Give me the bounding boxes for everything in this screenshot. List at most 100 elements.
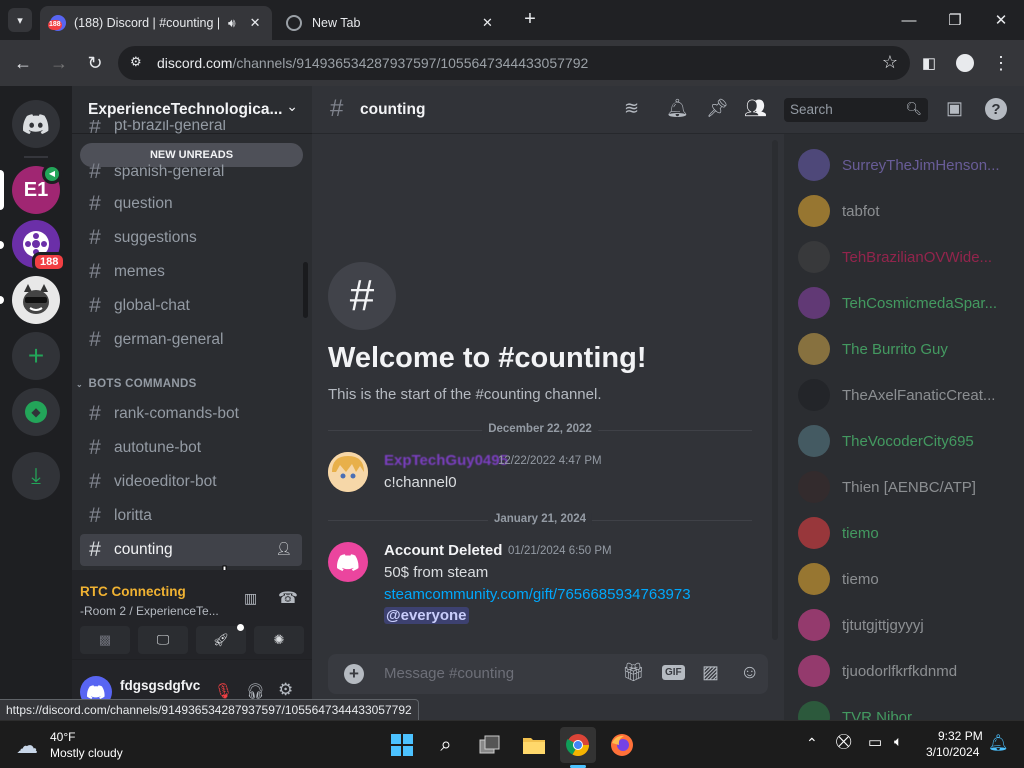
member-item[interactable]: TheVocoderCity695 xyxy=(798,420,1008,462)
channel-item[interactable]: # memes xyxy=(80,256,302,288)
download-apps-icon[interactable]: ⤓ xyxy=(12,452,60,500)
voice-room[interactable]: -Room 2 / ExperienceTe... xyxy=(80,604,219,618)
channel-item[interactable]: # videoeditor-bot xyxy=(80,466,302,498)
voice-btn-soundboard[interactable]: ✺ xyxy=(254,626,304,654)
message-link[interactable]: steamcommunity.com/gift/7656685934763973 xyxy=(384,586,691,603)
member-item[interactable]: TheAxelFanaticCreat... xyxy=(798,374,1008,416)
weather-widget[interactable]: ☁ 40°F Mostly cloudy xyxy=(16,729,156,761)
member-item[interactable]: tiemo xyxy=(798,558,1008,600)
start-button[interactable] xyxy=(384,727,420,763)
voice-btn-screen[interactable]: 🖵︎ xyxy=(138,626,188,654)
member-item[interactable]: SurreyTheJimHenson... xyxy=(798,144,1008,186)
member-list-icon[interactable]: 👥︎ xyxy=(744,98,767,119)
member-item[interactable]: The Burrito Guy xyxy=(798,328,1008,370)
inbox-icon[interactable]: ▣ xyxy=(946,98,963,119)
close-tab-icon[interactable]: ✕ xyxy=(482,15,493,31)
speaker-icon[interactable]: 🔊︎ xyxy=(228,16,236,31)
channel-item[interactable]: # pt-brazil-general xyxy=(80,120,302,140)
noise-suppression-icon[interactable]: ▥ xyxy=(244,590,257,607)
category-header[interactable]: ⌄ BOTS COMMANDS xyxy=(76,378,197,390)
avatar[interactable] xyxy=(328,542,368,582)
gif-button[interactable]: GIF xyxy=(662,665,685,680)
chat-scrollbar[interactable] xyxy=(772,140,778,640)
search-input[interactable]: Search 🔍︎ xyxy=(784,98,928,122)
username[interactable]: fdgsgsdgfvc xyxy=(120,678,200,693)
site-info-icon[interactable]: ⚙ xyxy=(130,54,142,70)
explore-servers-icon[interactable]: ◆ xyxy=(12,388,60,436)
headphones-icon[interactable]: 🎧︎ xyxy=(246,682,265,700)
gear-icon[interactable]: ⚙ xyxy=(278,680,293,700)
help-icon[interactable]: ? xyxy=(985,98,1007,120)
channel-item-active[interactable]: # counting 👤︎ xyxy=(80,534,302,566)
search-icon[interactable]: ⌕ xyxy=(428,727,464,763)
server-icon-cat[interactable] xyxy=(12,276,60,324)
mute-mic-icon[interactable]: 🎙︎ xyxy=(214,682,233,700)
member-item[interactable]: TehBrazilianOVWide... xyxy=(798,236,1008,278)
channel-item[interactable]: # question xyxy=(80,188,302,220)
chrome-icon[interactable] xyxy=(560,727,596,763)
url-text[interactable]: discord.com/channels/914936534287937597/… xyxy=(157,55,588,71)
close-tab-icon[interactable]: ✕ xyxy=(250,15,261,31)
gift-icon[interactable]: 🎁︎ xyxy=(622,662,645,683)
channel-item[interactable]: # suggestions xyxy=(80,222,302,254)
bell-icon[interactable]: 🔔︎ xyxy=(666,98,689,119)
member-item[interactable]: tabfot xyxy=(798,190,1008,232)
side-panel-icon[interactable]: ◧ xyxy=(914,48,944,78)
channel-item[interactable]: # rank-comands-bot xyxy=(80,398,302,430)
notification-bell-icon[interactable]: 🔔︎ xyxy=(988,733,1008,753)
channel-item[interactable]: # german-general xyxy=(80,324,302,356)
pin-icon[interactable]: 📌︎ xyxy=(706,98,729,119)
threads-icon[interactable]: ≋ xyxy=(624,98,639,119)
back-button[interactable]: ← xyxy=(8,48,38,78)
file-explorer-icon[interactable] xyxy=(516,727,552,763)
restore-button[interactable]: ❐ xyxy=(932,0,978,40)
volume-icon[interactable]: 🔈︎ xyxy=(894,733,902,750)
channel-scrollbar[interactable] xyxy=(303,262,308,318)
chevron-up-icon[interactable]: ⌃ xyxy=(806,735,818,752)
mention-everyone[interactable]: @everyone xyxy=(384,607,469,624)
task-view-icon[interactable] xyxy=(472,727,508,763)
member-item[interactable]: tiemo xyxy=(798,512,1008,554)
add-attachment-icon[interactable]: + xyxy=(344,664,364,684)
voice-btn-camera[interactable]: ▩ xyxy=(80,626,130,654)
tab-new-tab[interactable]: New Tab ✕ xyxy=(276,6,512,40)
network-icon[interactable]: ⛒ xyxy=(836,733,851,750)
member-item[interactable]: TVR Nibor xyxy=(798,696,1008,720)
member-item[interactable]: tjuodorlfkrfkdnmd xyxy=(798,650,1008,692)
channel-item[interactable]: # autotune-bot xyxy=(80,432,302,464)
tab-discord[interactable]: 188 (188) Discord | #counting | E 🔊︎ ✕ xyxy=(40,6,272,40)
channel-item[interactable]: # global-chat xyxy=(80,290,302,322)
sticker-icon[interactable]: ▨ xyxy=(702,662,719,683)
member-item[interactable]: TehCosmicmedaSpar... xyxy=(798,282,1008,324)
clock-date[interactable]: 3/10/2024 xyxy=(926,745,979,759)
disconnect-icon[interactable]: ☎ xyxy=(278,588,298,608)
address-bar[interactable]: ⚙ discord.com/channels/91493653428793759… xyxy=(118,46,910,80)
message-author[interactable]: ExpTechGuy0495 xyxy=(384,452,508,469)
voice-status[interactable]: RTC Connecting xyxy=(80,584,186,599)
invite-member-icon[interactable]: 👤︎ xyxy=(275,541,292,557)
close-window-button[interactable]: ✕ xyxy=(978,0,1024,40)
channel-item[interactable]: # spanish-general xyxy=(80,160,302,183)
profile-icon[interactable] xyxy=(950,48,980,78)
new-tab-button[interactable]: + xyxy=(518,8,542,32)
minimize-button[interactable]: — xyxy=(886,0,932,40)
reload-button[interactable]: ↻ xyxy=(80,48,110,78)
bookmark-star-icon[interactable]: ☆ xyxy=(882,52,898,73)
firefox-icon[interactable] xyxy=(604,727,640,763)
forward-button[interactable]: → xyxy=(44,48,74,78)
member-item[interactable]: Thien [AENBC/ATP] xyxy=(798,466,1008,508)
channel-item[interactable]: # loritta xyxy=(80,500,302,532)
emoji-icon[interactable]: ☺ xyxy=(740,662,759,684)
add-server-icon[interactable]: + xyxy=(12,332,60,380)
clock-time[interactable]: 9:32 PM xyxy=(938,729,983,743)
member-item[interactable]: tjtutgjttjgyyyj xyxy=(798,604,1008,646)
discord-home-icon[interactable] xyxy=(12,100,60,148)
menu-icon[interactable]: ⋮ xyxy=(986,48,1016,78)
avatar xyxy=(798,195,830,227)
message-author[interactable]: Account Deleted xyxy=(384,542,502,559)
avatar[interactable] xyxy=(328,452,368,492)
message-composer[interactable]: + Message #counting 🎁︎ GIF ▨ ☺ xyxy=(328,654,768,694)
message-input-placeholder[interactable]: Message #counting xyxy=(384,665,514,682)
display-icon[interactable]: ▭ xyxy=(868,733,882,751)
tab-search-button[interactable]: ▾ xyxy=(8,8,32,32)
